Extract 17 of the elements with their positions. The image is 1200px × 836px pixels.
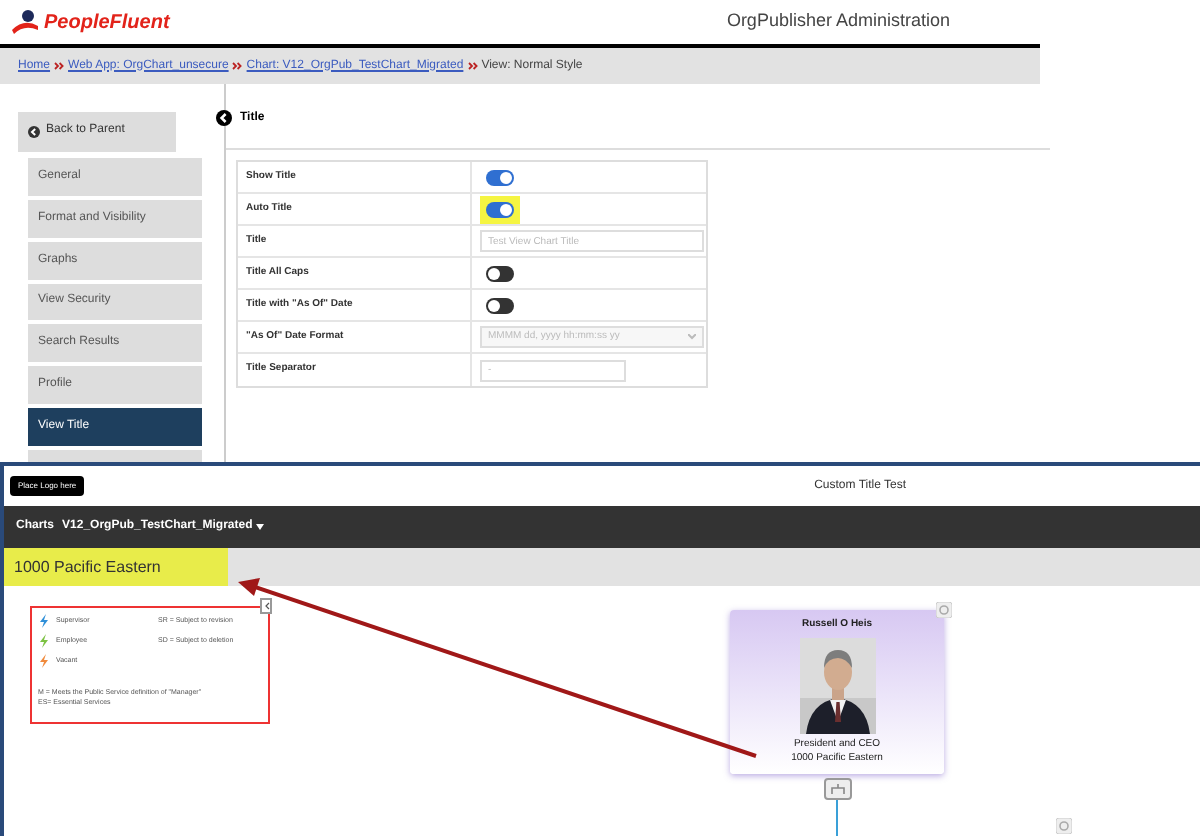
- app-title: OrgPublisher Administration: [726, 8, 950, 35]
- hierarchy-icon[interactable]: [823, 778, 851, 800]
- collapse-button[interactable]: [260, 598, 272, 614]
- toggle-switch[interactable]: [486, 265, 514, 281]
- separator-icon: [54, 62, 65, 70]
- caret-icon: [256, 524, 265, 530]
- toggle-switch[interactable]: [486, 297, 514, 313]
- brand-logo: PeopleFluent: [44, 9, 170, 37]
- view-title: 1000 Pacific Eastern: [4, 548, 228, 586]
- back-icon: [28, 125, 40, 138]
- chevron-icon: [263, 602, 269, 610]
- separator-icon: [232, 62, 243, 70]
- separator-icon: [467, 62, 478, 70]
- logo-icon: [12, 10, 40, 34]
- chevron-icon: [688, 334, 696, 340]
- collapse-icon[interactable]: [216, 110, 232, 126]
- toggle-switch[interactable]: [486, 169, 514, 185]
